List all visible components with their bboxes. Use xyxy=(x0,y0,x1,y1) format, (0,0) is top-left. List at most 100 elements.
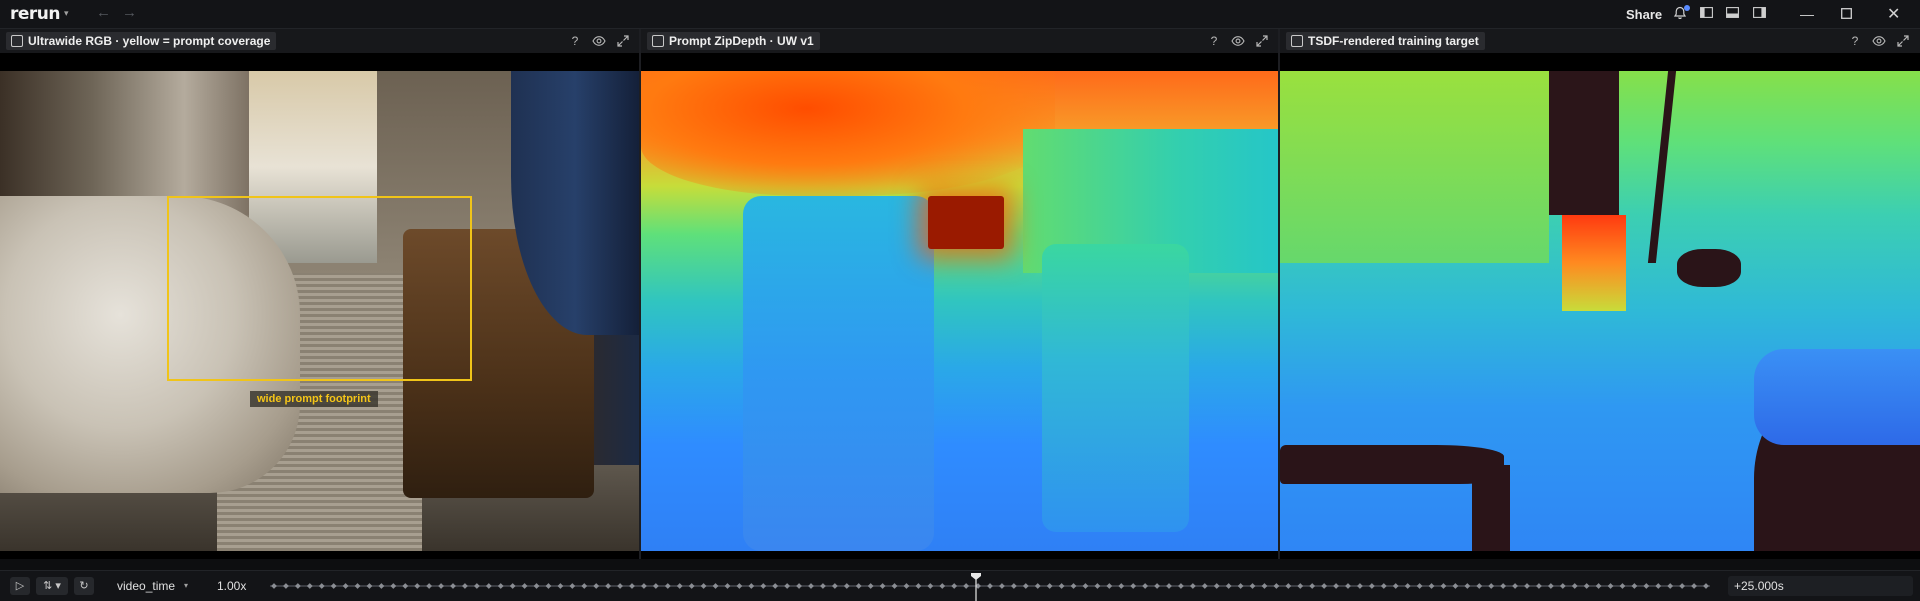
timeline-event-marker xyxy=(306,583,313,589)
timeline-event-marker xyxy=(1607,583,1614,589)
panel-title: TSDF-rendered training target xyxy=(1308,34,1479,48)
timeline-event-marker xyxy=(1536,583,1542,589)
timeline-event-marker xyxy=(891,583,898,589)
toggle-bottom-panel-icon[interactable] xyxy=(1726,7,1739,18)
timeline-event-marker xyxy=(1392,583,1399,589)
close-window-icon[interactable]: ✕ xyxy=(1887,4,1900,24)
timeline-event-marker xyxy=(295,583,301,589)
panel-tab[interactable]: TSDF-rendered training target xyxy=(1286,32,1485,50)
timeline-event-marker xyxy=(951,583,958,589)
back-arrow-icon[interactable]: ← xyxy=(96,4,111,21)
timeline-event-marker xyxy=(1118,583,1125,589)
toggle-left-panel-icon[interactable] xyxy=(1700,7,1713,18)
timeline-event-marker xyxy=(843,583,850,589)
app-logo[interactable]: rerun xyxy=(10,4,61,24)
timeline-event-marker xyxy=(1488,583,1495,589)
panel-ultrawide-rgb[interactable]: Ultrawide RGB · yellow = prompt coverage… xyxy=(0,29,639,559)
timeline-event-marker xyxy=(485,583,492,589)
eye-icon[interactable] xyxy=(592,34,606,48)
timeline-event-marker xyxy=(1297,583,1304,589)
minimize-window-icon[interactable]: — xyxy=(1800,6,1814,22)
toggle-right-panel-icon[interactable] xyxy=(1753,7,1766,18)
timeline-event-marker xyxy=(879,583,886,589)
share-button[interactable]: Share xyxy=(1626,7,1662,22)
timeline-event-marker xyxy=(724,583,731,589)
app-menu-chevron-icon[interactable]: ▾ xyxy=(64,8,69,19)
timeline-selector[interactable]: video_time xyxy=(117,579,175,593)
timeline-event-marker xyxy=(1464,583,1471,589)
panel-prompt-zipdepth[interactable]: Prompt ZipDepth · UW v1 ? xyxy=(641,29,1278,559)
timeline-ticks xyxy=(271,583,1709,589)
help-icon[interactable]: ? xyxy=(568,34,582,48)
help-icon[interactable]: ? xyxy=(1207,34,1221,48)
timeline-event-marker xyxy=(1046,583,1053,589)
panel-tab[interactable]: Ultrawide RGB · yellow = prompt coverage xyxy=(6,32,277,50)
playhead-handle[interactable] xyxy=(970,571,981,601)
timeline-event-marker xyxy=(1201,583,1208,589)
panel-tsdf-target[interactable]: TSDF-rendered training target ? xyxy=(1280,29,1920,559)
timeline-event-marker xyxy=(1416,583,1423,589)
timeline-event-marker xyxy=(438,583,444,589)
eye-icon[interactable] xyxy=(1872,34,1886,48)
tsdf-image-view[interactable] xyxy=(1280,71,1920,551)
timeline-event-marker xyxy=(820,583,826,589)
loop-toggle-icon[interactable]: ↻ xyxy=(74,577,94,595)
depth-image-view[interactable] xyxy=(641,71,1278,551)
help-icon[interactable]: ? xyxy=(1848,34,1862,48)
timeline-event-marker xyxy=(1404,583,1411,589)
depth-sofa-region xyxy=(1042,243,1189,532)
timeline-event-marker xyxy=(474,583,480,589)
timeline-event-marker xyxy=(1703,583,1709,589)
timeline-event-marker xyxy=(1571,583,1578,589)
timeline-event-marker xyxy=(1559,583,1566,589)
panel-tab[interactable]: Prompt ZipDepth · UW v1 xyxy=(647,32,820,50)
current-time-field[interactable]: +25.000s xyxy=(1728,576,1913,596)
timeline-event-marker xyxy=(605,583,611,589)
panel-header: Prompt ZipDepth · UW v1 ? xyxy=(641,29,1278,53)
timeline-event-marker xyxy=(1643,583,1650,589)
timeline-event-marker xyxy=(426,583,432,589)
timeline-event-marker xyxy=(808,583,814,589)
forward-arrow-icon[interactable]: → xyxy=(122,4,137,21)
view-2d-icon xyxy=(1291,35,1303,47)
timeline-chevron-down-icon[interactable]: ▾ xyxy=(184,581,188,590)
timeline-event-marker xyxy=(617,583,623,589)
timeline-event-marker xyxy=(378,583,385,589)
notification-dot xyxy=(1684,5,1690,11)
tsdf-missing-region xyxy=(1472,464,1511,551)
timeline-event-marker xyxy=(283,583,289,589)
timeline-event-marker xyxy=(1142,583,1148,589)
timeline-event-marker xyxy=(999,583,1005,589)
eye-icon[interactable] xyxy=(1231,34,1245,48)
tsdf-near-region xyxy=(1561,215,1626,311)
depth-bed-region xyxy=(742,195,934,551)
play-button[interactable]: ▷ xyxy=(10,577,30,595)
maximize-icon[interactable] xyxy=(1896,34,1910,48)
timeline-event-marker xyxy=(1321,583,1327,589)
timeline-event-marker xyxy=(867,583,874,589)
tsdf-wall-region xyxy=(1280,71,1549,263)
follow-mode-dropdown[interactable]: ⇅ ▾ xyxy=(36,577,68,595)
timeline-event-marker xyxy=(1225,583,1232,589)
timeline-event-marker xyxy=(939,583,946,589)
timeline-event-marker xyxy=(1380,583,1387,589)
timeline-event-marker xyxy=(593,583,600,589)
maximize-icon[interactable] xyxy=(616,34,630,48)
rgb-image-view[interactable]: wide prompt footprint xyxy=(0,71,639,551)
view-2d-icon xyxy=(652,35,664,47)
timeline-event-marker xyxy=(402,583,409,589)
timeline-event-marker xyxy=(354,583,361,589)
maximize-icon[interactable] xyxy=(1255,34,1269,48)
timeline-event-marker xyxy=(1190,583,1196,589)
timeline-event-marker xyxy=(318,583,325,589)
time-panel: ▷ ⇅ ▾ ↻ video_time ▾ 1.00x +25.000s xyxy=(0,570,1920,601)
playback-speed[interactable]: 1.00x xyxy=(217,579,246,593)
timeline-event-marker xyxy=(796,583,802,589)
timeline-event-marker xyxy=(450,583,456,589)
timeline-event-marker xyxy=(1679,583,1685,589)
maximize-window-icon[interactable] xyxy=(1841,8,1852,19)
tsdf-missing-region xyxy=(1676,248,1741,287)
timeline-event-marker xyxy=(1094,583,1101,589)
view-2d-icon xyxy=(11,35,23,47)
timeline-event-marker xyxy=(760,583,767,589)
